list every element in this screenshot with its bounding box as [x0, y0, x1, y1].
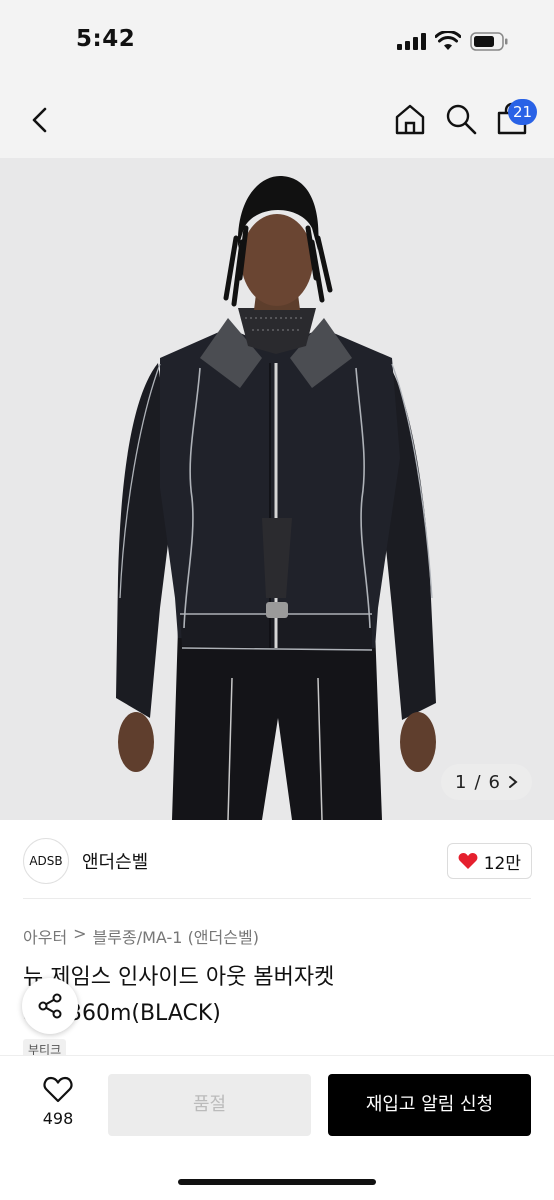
restock-alert-button[interactable]: 재입고 알림 신청: [328, 1074, 531, 1136]
wishlist-count: 498: [42, 1109, 74, 1128]
chevron-right-icon: [509, 776, 518, 788]
battery-icon: [470, 32, 508, 51]
wifi-icon: [435, 31, 461, 50]
share-button[interactable]: [22, 978, 78, 1034]
wishlist-button[interactable]: 498: [30, 1076, 86, 1128]
home-icon[interactable]: [393, 102, 427, 136]
top-nav-bar: [0, 80, 554, 158]
breadcrumb-separator: >: [73, 924, 87, 943]
soldout-button: 품절: [108, 1074, 311, 1136]
section-divider: [23, 898, 531, 899]
signal-icon: [397, 33, 426, 50]
brand-like-button[interactable]: 12만: [446, 843, 532, 879]
heart-outline-icon: [43, 1076, 73, 1103]
image-counter-separator: /: [474, 771, 481, 793]
brand-like-count: 12만: [483, 853, 521, 874]
product-photo: [0, 158, 554, 820]
status-time: 5:42: [76, 26, 136, 52]
brand-logo[interactable]: ADSB: [23, 838, 69, 884]
brand-name[interactable]: 앤더슨벨: [82, 848, 148, 874]
image-counter-total: 6: [488, 771, 500, 793]
product-title: 뉴 제임스 인사이드 아웃 봄버자켓 awa360m(BLACK): [23, 965, 335, 1026]
share-icon: [38, 993, 62, 1019]
cart-count-badge: 21: [508, 99, 538, 125]
status-bar: 5:42: [0, 0, 554, 80]
back-arrow-icon[interactable]: [26, 104, 54, 136]
home-indicator: [178, 1179, 376, 1185]
breadcrumb-subcategory[interactable]: 블루종/MA-1 (앤더슨벨): [93, 924, 259, 948]
product-image-gallery[interactable]: 1 / 6: [0, 158, 554, 820]
heart-filled-icon: [458, 853, 478, 869]
image-counter[interactable]: 1 / 6: [441, 764, 532, 800]
breadcrumb-category[interactable]: 아우터: [23, 924, 67, 948]
image-counter-current: 1: [455, 771, 467, 793]
breadcrumb: 아우터 > 블루종/MA-1 (앤더슨벨): [23, 924, 259, 948]
search-icon[interactable]: [444, 102, 478, 136]
brand-row: ADSB 앤더슨벨 12만: [0, 826, 554, 898]
